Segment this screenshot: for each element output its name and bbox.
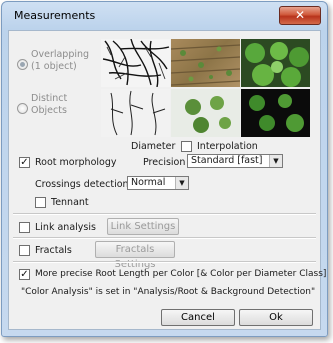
dark-plants-image	[249, 94, 304, 132]
tennant-checkbox[interactable]	[35, 197, 46, 208]
dialog-title: Measurements	[14, 9, 96, 22]
leaves-image	[185, 96, 231, 133]
overlapping-label: Overlapping (1 object)	[31, 49, 89, 73]
thumbnail-leaves-light	[171, 89, 240, 137]
distinct-objects-radio[interactable]	[17, 103, 28, 114]
fractals-label: Fractals	[35, 245, 72, 256]
color-analysis-note: "Color Analysis" is set in "Analysis/Roo…	[21, 287, 316, 297]
ok-button[interactable]: Ok	[239, 309, 313, 326]
chevron-down-icon: ▼	[175, 177, 188, 189]
root-scan-image	[102, 39, 170, 87]
fractals-checkbox[interactable]	[19, 245, 30, 256]
thumbnail-field-soil	[171, 39, 240, 87]
thumbnail-roots-outline	[101, 89, 170, 137]
distinct-text: Distinct	[31, 93, 68, 104]
cancel-button[interactable]: Cancel	[161, 309, 235, 326]
fractals-settings-button[interactable]: Fractals Settings	[95, 241, 175, 270]
thumbnail-plants-dark	[241, 89, 310, 137]
dialog-body: Overlapping (1 object) Distinct Objects	[8, 30, 326, 330]
measurements-dialog: Measurements ✕ Overlapping (1 object) Di…	[1, 1, 328, 337]
precision-select[interactable]: Standard [fast] ▼	[187, 154, 283, 168]
crossings-detection-label: Crossings detection	[35, 179, 129, 190]
precise-root-length-label: More precise Root Length per Color [& Co…	[35, 269, 327, 279]
close-icon: ✕	[294, 8, 306, 22]
precision-value: Standard [fast]	[191, 155, 263, 166]
overlapping-text: Overlapping	[31, 49, 90, 60]
tennant-label: Tennant	[51, 197, 89, 208]
thumbnail-roots-bw	[101, 39, 170, 87]
chevron-down-icon: ▼	[269, 155, 282, 167]
thumbnail-plants-green	[241, 39, 310, 87]
link-analysis-checkbox[interactable]	[19, 222, 30, 233]
link-analysis-label: Link analysis	[35, 222, 96, 233]
root-morphology-label: Root morphology	[35, 157, 117, 168]
outline-roots-image	[110, 90, 166, 136]
crossings-value: Normal	[131, 177, 166, 188]
separator	[13, 237, 316, 239]
interpolation-label: Interpolation	[197, 141, 258, 152]
root-morphology-checkbox[interactable]: ✓	[19, 157, 30, 168]
separator	[13, 261, 316, 263]
plants-image	[245, 42, 309, 87]
close-button[interactable]: ✕	[279, 6, 321, 25]
interpolation-checkbox[interactable]	[181, 141, 192, 152]
crossings-detection-select[interactable]: Normal ▼	[127, 176, 189, 190]
field-image	[171, 44, 240, 86]
distinct-subtext: Objects	[31, 105, 67, 116]
precise-root-length-checkbox[interactable]: ✓	[19, 269, 30, 280]
overlapping-subtext: (1 object)	[31, 61, 77, 72]
separator	[13, 213, 316, 215]
overlapping-radio[interactable]	[17, 59, 28, 70]
distinct-label: Distinct Objects	[31, 93, 67, 117]
diameter-label: Diameter	[131, 141, 176, 152]
precision-label: Precision	[143, 157, 186, 168]
title-bar[interactable]: Measurements ✕	[2, 2, 327, 28]
link-settings-button[interactable]: Link Settings	[107, 218, 179, 235]
